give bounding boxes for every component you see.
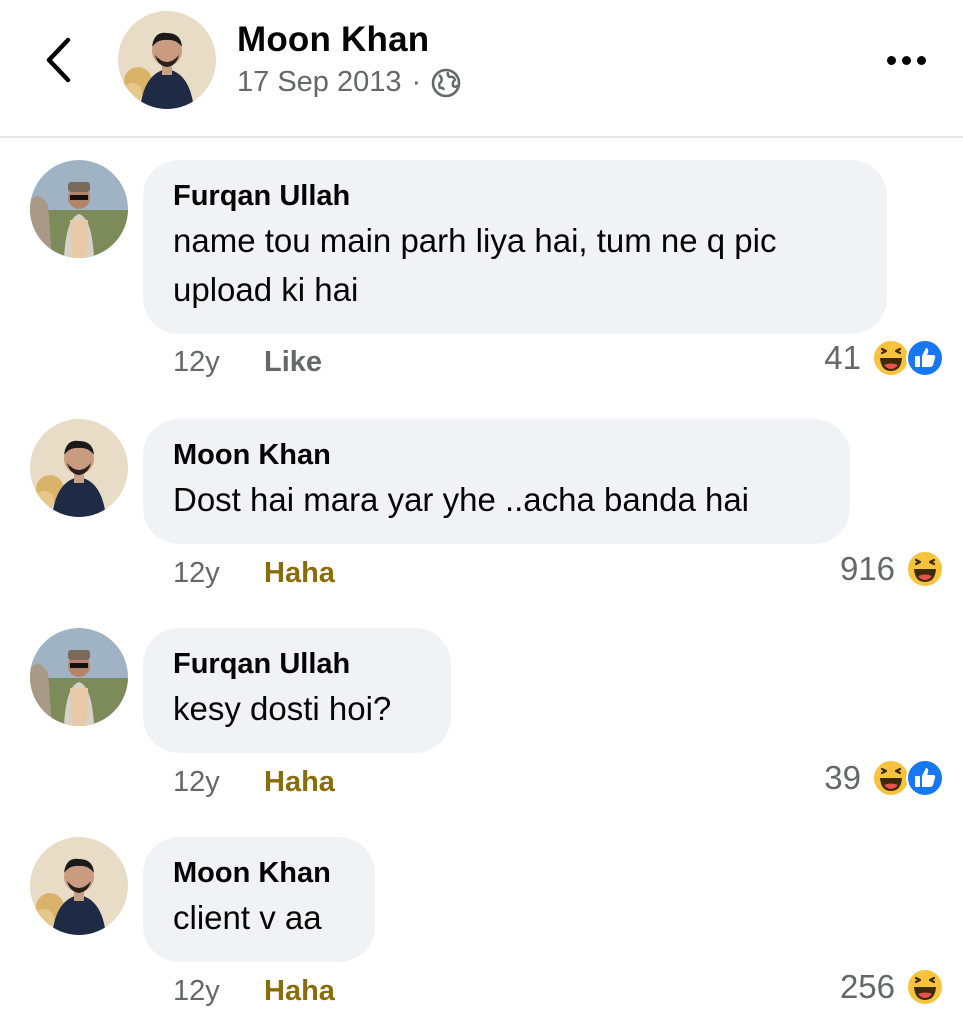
meta-separator: · — [411, 66, 422, 98]
like-reaction-icon — [906, 759, 944, 797]
post-author-name[interactable]: Moon Khan — [237, 20, 429, 60]
post-date: 17 Sep 2013 — [237, 66, 402, 98]
globe-icon — [431, 68, 461, 97]
comment-text-line: client v aa — [173, 899, 322, 936]
comment-text-line: upload ki hai — [173, 271, 359, 308]
comment-author[interactable]: Moon Khan — [173, 855, 345, 891]
comment-time: 12y — [173, 346, 220, 378]
comment-text-line: name tou main parh liya hai, tum ne q pi… — [173, 222, 777, 259]
comment-text-line: Dost hai mara yar yhe ..acha banda hai — [173, 481, 750, 518]
back-button[interactable] — [38, 34, 78, 86]
reaction-count: 41 — [824, 339, 861, 376]
haha-reaction-icon — [906, 550, 944, 588]
reaction-count: 916 — [839, 550, 895, 587]
comment-time: 12y — [173, 975, 220, 1007]
reaction-summary[interactable]: 39 — [824, 758, 945, 798]
reaction-count: 39 — [824, 759, 861, 796]
post-meta: 17 Sep 2013 · — [237, 66, 461, 99]
reaction-count: 256 — [839, 968, 895, 1005]
comment-bubble[interactable]: Furqan Ullah kesy dosti hoi? — [143, 628, 451, 753]
commenter-avatar[interactable] — [30, 160, 128, 258]
like-reaction-icon — [906, 339, 944, 377]
commenter-avatar[interactable] — [30, 837, 128, 935]
more-horizontal-icon — [886, 55, 896, 65]
haha-reaction-icon — [906, 968, 944, 1006]
reaction-summary[interactable]: 916 — [840, 549, 945, 589]
author-avatar[interactable] — [118, 11, 216, 109]
comment-bubble[interactable]: Moon Khan client v aa — [143, 837, 375, 962]
commenter-avatar[interactable] — [30, 628, 128, 726]
comment-author[interactable]: Furqan Ullah — [173, 178, 857, 214]
comment-text-line: kesy dosti hoi? — [173, 690, 392, 727]
post-header: Moon Khan 17 Sep 2013 · — [0, 0, 963, 138]
comment-bubble[interactable]: Furqan Ullah name tou main parh liya hai… — [143, 160, 887, 334]
comment-bubble[interactable]: Moon Khan Dost hai mara yar yhe ..acha b… — [143, 419, 850, 544]
more-options-button[interactable] — [878, 42, 934, 78]
reaction-summary[interactable]: 256 — [840, 967, 945, 1007]
comment-author[interactable]: Moon Khan — [173, 437, 820, 473]
like-action-button[interactable]: Like — [264, 346, 322, 379]
comment-time: 12y — [173, 766, 220, 798]
comment-time: 12y — [173, 557, 220, 589]
haha-action-button[interactable]: Haha — [264, 975, 335, 1008]
commenter-avatar[interactable] — [30, 419, 128, 517]
chevron-left-icon — [46, 37, 71, 83]
haha-action-button[interactable]: Haha — [264, 766, 335, 799]
comment-author[interactable]: Furqan Ullah — [173, 646, 421, 682]
haha-action-button[interactable]: Haha — [264, 557, 335, 590]
reaction-summary[interactable]: 41 — [824, 338, 945, 378]
